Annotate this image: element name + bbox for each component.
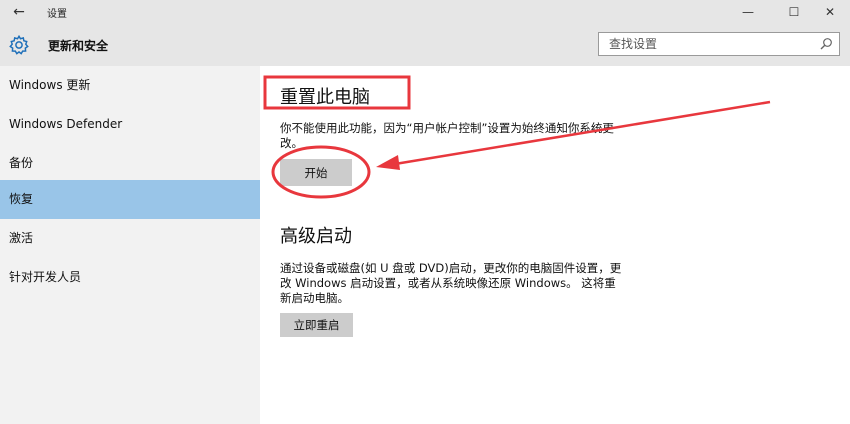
reset-pc-description-line: 改。: [280, 136, 303, 150]
reset-pc-description: 你不能使用此功能，因为“用户帐户控制”设置为始终通知你系统更 改。: [280, 121, 660, 151]
search-icon[interactable]: [819, 37, 833, 51]
gear-icon: [9, 34, 29, 55]
main-content: 重置此电脑 你不能使用此功能，因为“用户帐户控制”设置为始终通知你系统更 改。 …: [260, 66, 850, 424]
reset-pc-description-line: 你不能使用此功能，因为“用户帐户控制”设置为始终通知你系统更: [280, 121, 614, 135]
restart-now-button[interactable]: 立即重启: [280, 313, 353, 337]
sidebar: Windows 更新 Windows Defender 备份 恢复 激活 针对开…: [0, 66, 260, 424]
advanced-startup-description-line: 新启动电脑。: [280, 291, 349, 305]
minimize-icon[interactable]: —: [733, 2, 763, 22]
sidebar-item-windows-defender[interactable]: Windows Defender: [0, 105, 260, 144]
page-header: 更新和安全: [0, 24, 850, 66]
start-reset-button[interactable]: 开始: [280, 159, 352, 186]
sidebar-item-activation[interactable]: 激活: [0, 219, 260, 258]
advanced-startup-description-line: 通过设备或磁盘(如 U 盘或 DVD)启动，更改你的电脑固件设置，更: [280, 261, 622, 275]
window-title: 设置: [47, 9, 67, 20]
advanced-startup-title: 高级启动: [280, 226, 352, 247]
title-bar: ← 设置 — ☐ ✕: [0, 0, 850, 24]
sidebar-item-backup[interactable]: 备份: [0, 144, 260, 183]
search-input[interactable]: [599, 33, 809, 55]
search-box[interactable]: [598, 32, 840, 56]
close-icon[interactable]: ✕: [815, 2, 845, 22]
back-arrow-icon[interactable]: ←: [9, 2, 29, 22]
sidebar-item-recovery[interactable]: 恢复: [0, 180, 260, 219]
maximize-icon[interactable]: ☐: [779, 2, 809, 22]
reset-pc-title: 重置此电脑: [280, 87, 370, 108]
sidebar-item-for-developers[interactable]: 针对开发人员: [0, 258, 260, 297]
advanced-startup-description-line: 改 Windows 启动设置，或者从系统映像还原 Windows。 这将重: [280, 276, 616, 290]
advanced-startup-description: 通过设备或磁盘(如 U 盘或 DVD)启动，更改你的电脑固件设置，更 改 Win…: [280, 261, 670, 306]
sidebar-item-windows-update[interactable]: Windows 更新: [0, 66, 260, 105]
page-title: 更新和安全: [48, 39, 109, 53]
